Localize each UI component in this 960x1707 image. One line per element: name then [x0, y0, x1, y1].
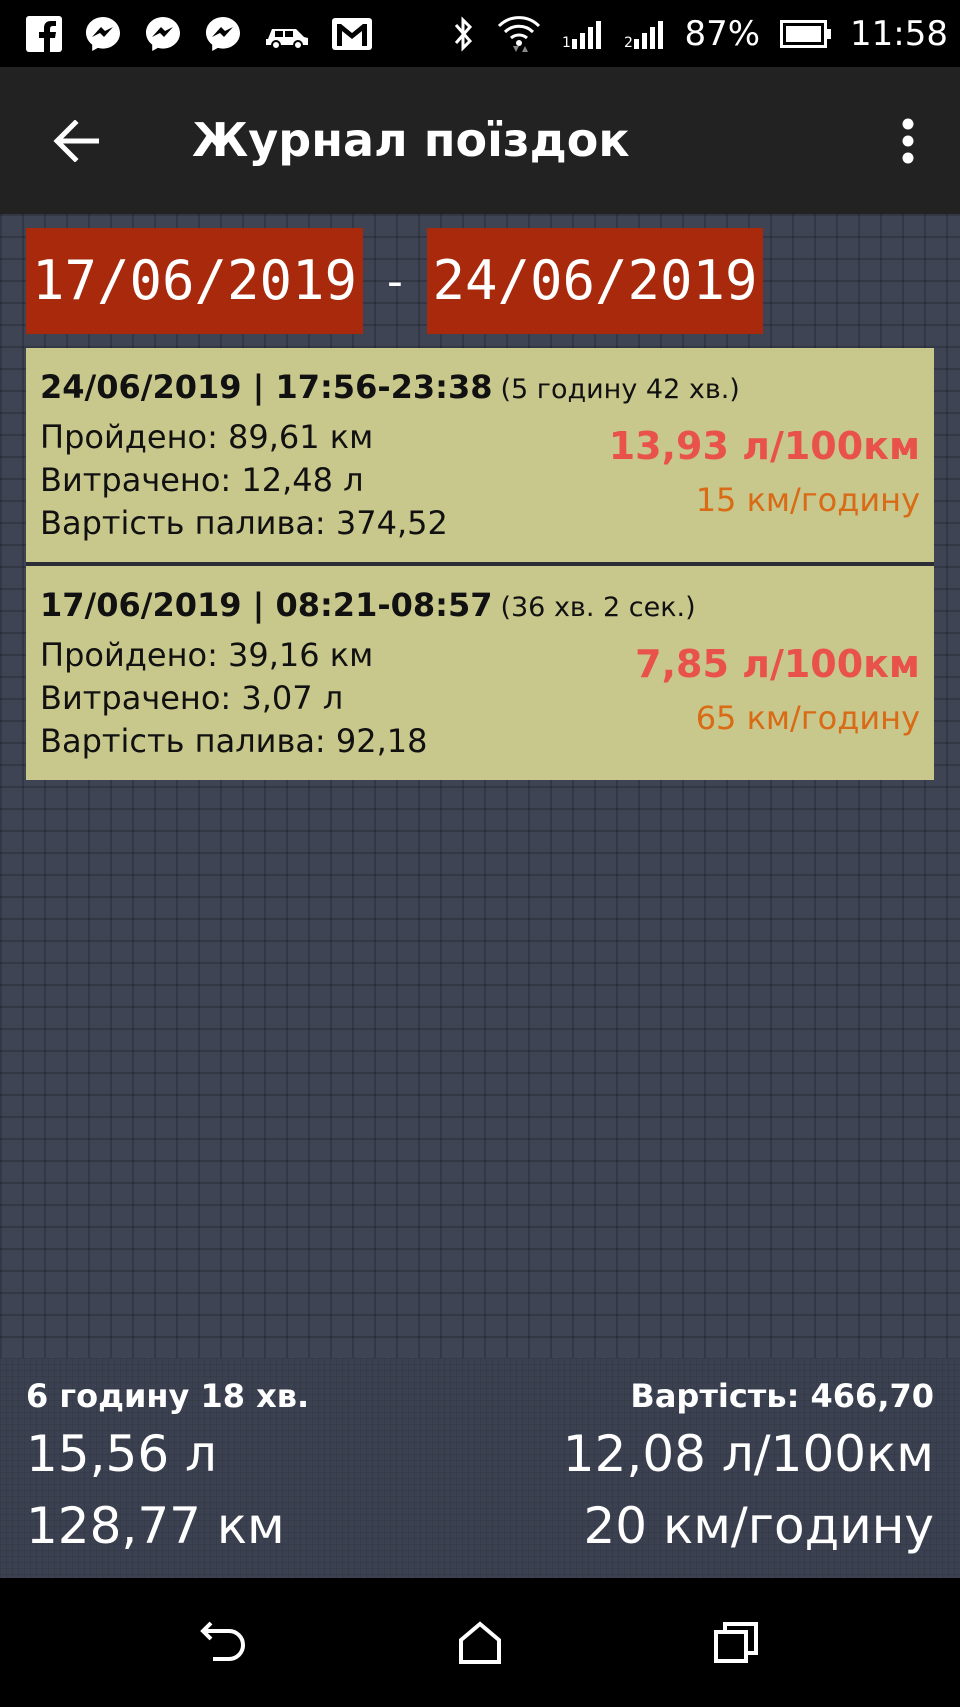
summary-panel: 6 годину 18 хв. 15,56 л 128,77 км Вартіс… [0, 1358, 960, 1578]
svg-text:1: 1 [562, 35, 571, 49]
app-bar: Журнал поїздок [0, 67, 960, 214]
signal-icon: 2 [624, 19, 666, 49]
facebook-icon [26, 15, 62, 52]
bluetooth-icon [452, 15, 476, 53]
battery-icon [780, 19, 832, 48]
more-vert-icon [902, 118, 914, 164]
summary-right: Вартість: 466,70 12,08 л/100км 20 км/год… [563, 1374, 934, 1562]
trip-duration: (5 годину 42 хв.) [500, 374, 740, 405]
total-distance: 128,77 км [26, 1497, 285, 1555]
trip-date-time: 24/06/2019 | 17:56-23:38 [40, 368, 493, 406]
trip-consumption: 7,85 л/100км [635, 642, 920, 686]
trip-card[interactable]: 17/06/2019 | 08:21-08:57 (36 хв. 2 сек.) … [26, 566, 934, 780]
car-icon [264, 19, 310, 49]
messenger-icon [84, 15, 122, 53]
clock: 11:58 [850, 13, 948, 54]
date-separator: - [387, 255, 403, 307]
trip-stats: 7,85 л/100км 65 км/годину [635, 640, 920, 748]
messenger-icon [204, 15, 242, 53]
trip-header: 24/06/2019 | 17:56-23:38 (5 годину 42 хв.… [40, 368, 920, 406]
arrow-left-icon [53, 120, 99, 162]
summary-left: 6 годину 18 хв. 15,56 л 128,77 км [26, 1374, 309, 1562]
status-bar: 1 2 87% 11:58 [0, 0, 960, 67]
wifi-icon [496, 14, 542, 54]
signal-icon: 1 [562, 19, 604, 49]
nav-back-button[interactable] [192, 1610, 256, 1674]
overflow-menu-button[interactable] [896, 111, 920, 171]
total-fuel: 15,56 л [26, 1425, 217, 1483]
nav-recent-icon [714, 1622, 758, 1663]
total-cost: Вартість: 466,70 [630, 1377, 934, 1415]
trip-speed: 65 км/годину [695, 699, 920, 737]
trip-card[interactable]: 24/06/2019 | 17:56-23:38 (5 годину 42 хв.… [26, 348, 934, 562]
date-to-button[interactable]: 24/06/2019 [427, 228, 763, 334]
trip-date-time: 17/06/2019 | 08:21-08:57 [40, 586, 493, 624]
notification-icons [26, 15, 394, 53]
average-speed: 20 км/годину [583, 1497, 935, 1555]
navigation-bar [0, 1578, 960, 1707]
trip-stats: 13,93 л/100км 15 км/годину [609, 422, 920, 530]
average-consumption: 12,08 л/100км [562, 1425, 934, 1483]
total-time: 6 годину 18 хв. [26, 1377, 310, 1415]
page-title: Журнал поїздок [192, 113, 630, 167]
trip-consumption: 13,93 л/100км [608, 424, 920, 468]
trip-speed: 15 км/годину [695, 481, 920, 519]
trip-header: 17/06/2019 | 08:21-08:57 (36 хв. 2 сек.) [40, 586, 920, 624]
content-area: 17/06/2019 - 24/06/2019 24/06/2019 | 17:… [0, 214, 960, 1358]
date-from-button[interactable]: 17/06/2019 [26, 228, 363, 334]
nav-back-icon [200, 1621, 245, 1661]
back-button[interactable] [46, 111, 106, 171]
trip-duration: (36 хв. 2 сек.) [500, 592, 696, 623]
messenger-icon [144, 15, 182, 53]
nav-recent-apps-button[interactable] [704, 1610, 768, 1674]
nav-home-icon [459, 1621, 501, 1664]
system-icons: 1 2 87% 11:58 [432, 14, 948, 54]
gmail-icon [332, 17, 372, 50]
battery-percent: 87% [684, 13, 761, 54]
svg-text:2: 2 [624, 35, 633, 49]
date-range: 17/06/2019 - 24/06/2019 [26, 228, 763, 334]
nav-home-button[interactable] [448, 1610, 512, 1674]
